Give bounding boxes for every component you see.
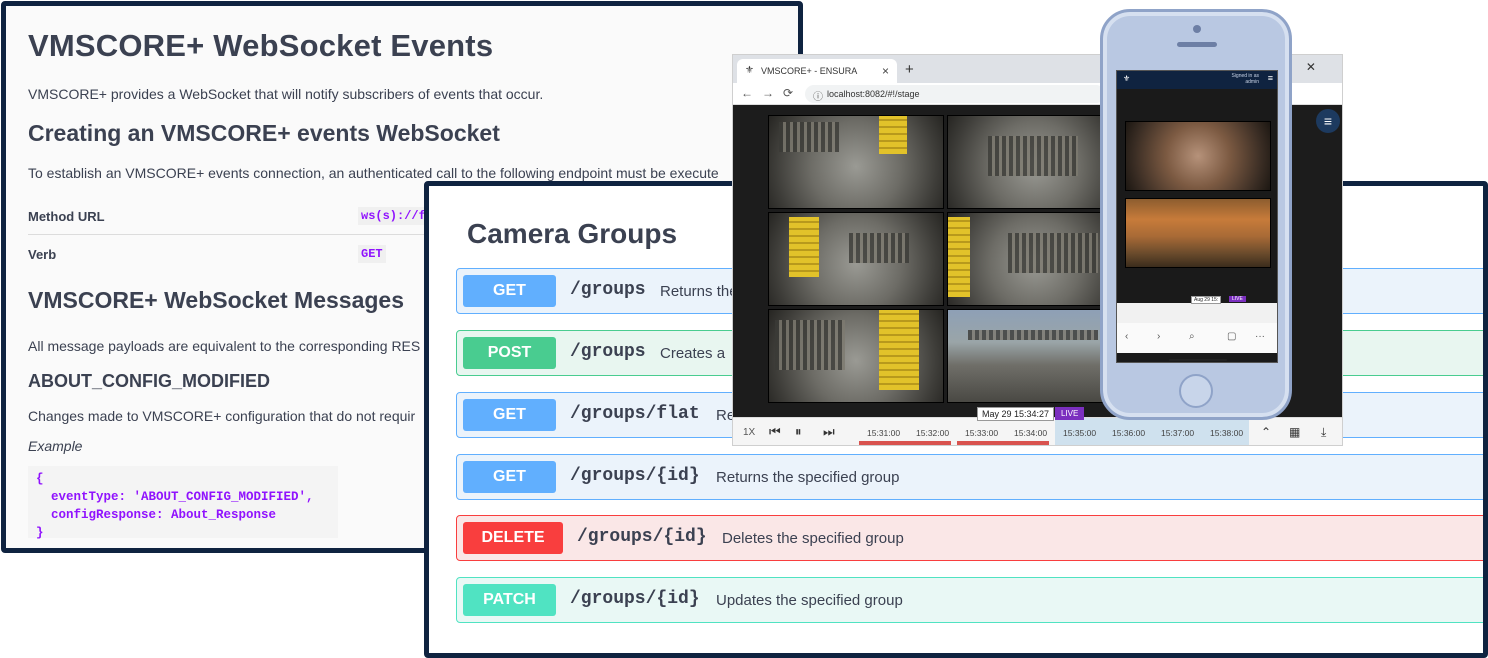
operation-description: Updates the specified group bbox=[716, 592, 903, 609]
timeline-recorded-range bbox=[859, 441, 1055, 445]
collapse-icon[interactable]: ⌃ bbox=[1261, 425, 1271, 439]
pause-icon[interactable]: ⏸ bbox=[795, 424, 802, 440]
skip-back-icon[interactable]: ⏮ bbox=[769, 424, 781, 440]
operation-description: Returns the bbox=[660, 283, 738, 300]
method-badge: GET bbox=[463, 399, 556, 431]
operation-path: /groups bbox=[570, 342, 646, 362]
ensura-logo-icon: ⚜ bbox=[1123, 74, 1131, 83]
timeline-tick: 15:34:00 bbox=[1014, 428, 1048, 438]
doc-title: VMSCORE+ WebSocket Events bbox=[28, 28, 494, 63]
ensura-logo-icon: ⚜ bbox=[745, 65, 754, 76]
reload-icon[interactable]: ⟳ bbox=[783, 86, 793, 100]
section-creating-title: Creating an VMSCORE+ events WebSocket bbox=[28, 120, 500, 146]
forward-icon[interactable]: → bbox=[762, 86, 774, 100]
operation-path: /groups/{id} bbox=[570, 466, 700, 486]
timeline-tick: 15:37:00 bbox=[1161, 428, 1195, 438]
back-icon[interactable]: ‹ bbox=[1125, 331, 1128, 342]
stage-menu-button[interactable]: ≡ bbox=[1316, 109, 1340, 133]
timeline-tick: 15:32:00 bbox=[916, 428, 950, 438]
phone-timeline-label: Aug 29 15: bbox=[1191, 296, 1222, 304]
timeline-track[interactable]: 15:31:00 15:32:00 15:33:00 15:34:00 15:3… bbox=[859, 418, 1249, 445]
playback-speed[interactable]: 1X bbox=[743, 427, 755, 438]
phone-camera-tile[interactable] bbox=[1125, 198, 1271, 268]
timeline-tick: 15:35:00 bbox=[1063, 428, 1097, 438]
method-badge: PATCH bbox=[463, 584, 556, 616]
back-icon[interactable]: ← bbox=[741, 86, 753, 100]
camera-tile[interactable] bbox=[947, 212, 1123, 306]
phone-app-header: ⚜ Signed in as admin ≡ bbox=[1117, 71, 1277, 89]
tabs-icon[interactable]: ▢ bbox=[1227, 331, 1236, 342]
camera-tile[interactable] bbox=[768, 309, 944, 403]
operation-get-group-by-id[interactable]: GET /groups/{id} Returns the specified g… bbox=[456, 454, 1483, 500]
doc-intro: VMSCORE+ provides a WebSocket that will … bbox=[28, 86, 544, 102]
tab-title: VMSCORE+ - ENSURA bbox=[761, 66, 858, 76]
table-value: GET bbox=[358, 245, 386, 263]
api-section-title: Camera Groups bbox=[467, 218, 678, 249]
phone-live-button[interactable]: LIVE bbox=[1229, 296, 1246, 302]
timeline-tick: 15:38:00 bbox=[1210, 428, 1244, 438]
timeline-tick: 15:33:00 bbox=[965, 428, 999, 438]
phone-timeline[interactable]: Aug 29 15: LIVE bbox=[1117, 296, 1277, 323]
timeline-tick: 15:36:00 bbox=[1112, 428, 1146, 438]
live-button[interactable]: LIVE bbox=[1055, 407, 1085, 420]
phone-camera-tile[interactable] bbox=[1125, 121, 1271, 191]
url-bar[interactable]: ⓘ localhost:8082/#!/stage bbox=[805, 85, 1105, 103]
signed-in-info: Signed in as admin bbox=[1231, 73, 1259, 85]
example-label: Example bbox=[28, 438, 83, 454]
calendar-icon[interactable]: ▦ bbox=[1289, 425, 1300, 439]
download-icon[interactable]: ⤓ bbox=[1321, 425, 1326, 440]
code-example: { eventType: 'ABOUT_CONFIG_MODIFIED', co… bbox=[28, 466, 338, 540]
skip-forward-icon[interactable]: ⏭ bbox=[823, 424, 835, 440]
camera-tile[interactable] bbox=[768, 212, 944, 306]
more-icon[interactable]: ··· bbox=[1255, 331, 1265, 342]
new-tab-button[interactable]: + bbox=[905, 61, 914, 78]
method-badge: GET bbox=[463, 275, 556, 307]
operation-path: /groups/{id} bbox=[577, 527, 707, 547]
event-text: Changes made to VMSCORE+ configuration t… bbox=[28, 408, 416, 424]
operation-delete-group[interactable]: DELETE /groups/{id} Deletes the specifie… bbox=[456, 515, 1483, 561]
phone-mockup: ⚜ Signed in as admin ≡ Aug 29 15: LIVE ‹… bbox=[1100, 9, 1292, 420]
operation-path: /groups bbox=[570, 280, 646, 300]
operation-description: Creates a bbox=[660, 345, 726, 362]
section-messages-title: VMSCORE+ WebSocket Messages bbox=[28, 287, 405, 313]
camera-tile[interactable] bbox=[947, 115, 1123, 209]
close-tab-icon[interactable]: × bbox=[882, 64, 889, 78]
timeline-tick: 15:31:00 bbox=[867, 428, 901, 438]
phone-home-button[interactable] bbox=[1179, 374, 1213, 408]
operation-description: Deletes the specified group bbox=[722, 530, 904, 547]
phone-screen: ⚜ Signed in as admin ≡ Aug 29 15: LIVE ‹… bbox=[1116, 70, 1278, 363]
signed-in-user: admin bbox=[1245, 79, 1259, 85]
camera-tile[interactable] bbox=[768, 115, 944, 209]
menu-icon[interactable]: ≡ bbox=[1268, 73, 1273, 83]
table-key: Verb bbox=[28, 247, 57, 262]
phone-home-indicator bbox=[1169, 359, 1227, 361]
forward-icon[interactable]: › bbox=[1157, 331, 1160, 342]
event-title: ABOUT_CONFIG_MODIFIED bbox=[28, 371, 271, 391]
operation-description: Returns the specified group bbox=[716, 469, 900, 486]
playback-timeline: 1X ⏮ ⏸ ⏭ 15:31:00 15:32:00 15:33:00 15:3… bbox=[733, 407, 1342, 445]
section-creating-text: To establish an VMSCORE+ events connecti… bbox=[28, 165, 719, 181]
info-icon: ⓘ bbox=[813, 92, 823, 103]
section-messages-text: All message payloads are equivalent to t… bbox=[28, 338, 421, 354]
operation-path: /groups/flat bbox=[570, 404, 700, 424]
browser-tab[interactable]: ⚜ VMSCORE+ - ENSURA × bbox=[737, 59, 897, 83]
camera-tile[interactable] bbox=[947, 309, 1123, 403]
timeline-cursor-label: May 29 15:34:27 bbox=[977, 407, 1055, 421]
method-badge: GET bbox=[463, 461, 556, 493]
method-badge: DELETE bbox=[463, 522, 563, 554]
table-value: ws(s)://f bbox=[358, 207, 429, 225]
phone-browser-nav: ‹ › ⌕ ▢ ··· bbox=[1117, 323, 1277, 353]
phone-speaker bbox=[1177, 42, 1217, 47]
operation-path: /groups/{id} bbox=[570, 589, 700, 609]
table-key: Method URL bbox=[28, 209, 105, 224]
method-badge: POST bbox=[463, 337, 556, 369]
url-text: localhost:8082/#!/stage bbox=[827, 89, 920, 99]
operation-patch-group[interactable]: PATCH /groups/{id} Updates the specified… bbox=[456, 577, 1483, 623]
phone-camera bbox=[1193, 25, 1201, 33]
search-icon[interactable]: ⌕ bbox=[1189, 331, 1195, 342]
